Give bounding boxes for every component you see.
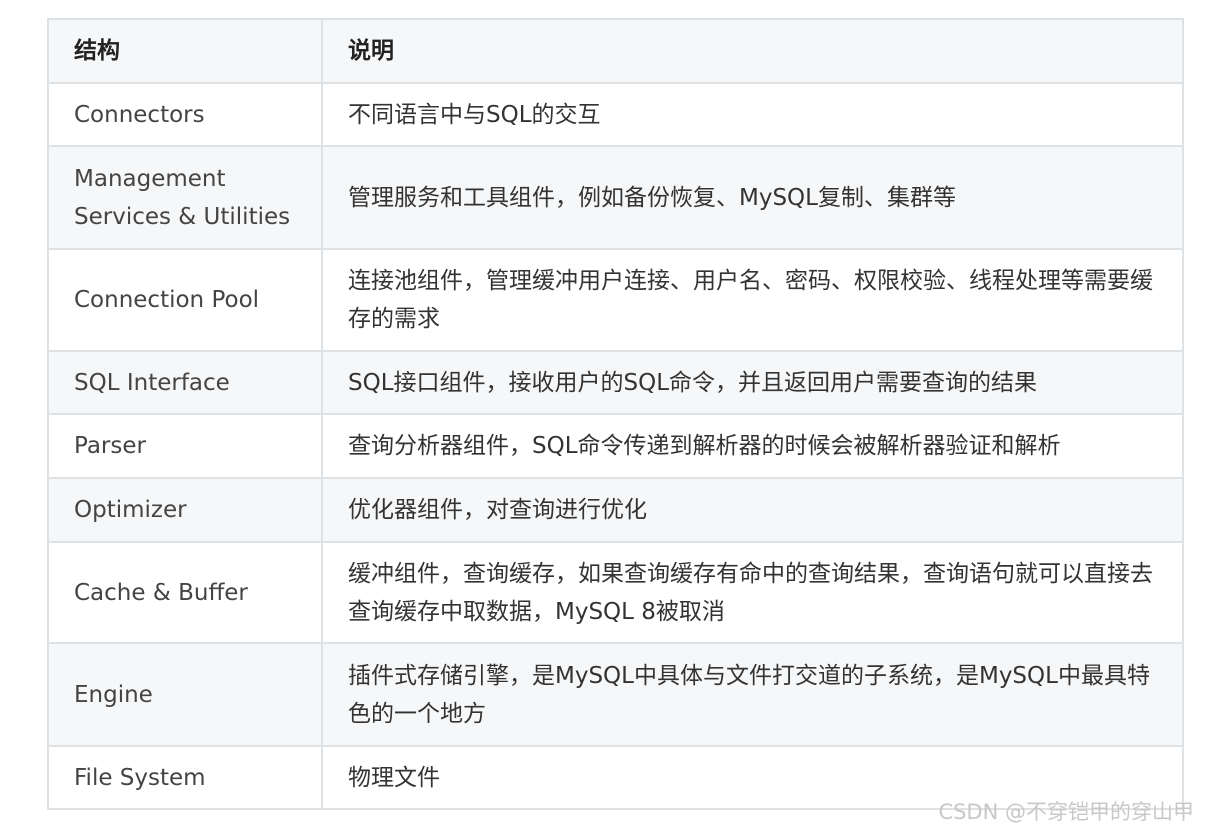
table-header: 结构 说明 <box>47 18 1184 84</box>
row-structure-name: Connectors <box>47 82 323 147</box>
mysql-structure-table: 结构 说明 Connectors 不同语言中与SQL的交互 Management… <box>47 18 1184 810</box>
row-structure-name: Cache & Buffer <box>47 541 323 644</box>
csdn-watermark: CSDN @不穿铠甲的穿山甲 <box>938 800 1194 824</box>
row-structure-name: Optimizer <box>47 477 323 543</box>
table-row: Cache & Buffer 缓冲组件，查询缓存，如果查询缓存有命中的查询结果，… <box>47 541 1184 644</box>
row-description: SQL接口组件，接收用户的SQL命令，并且返回用户需要查询的结果 <box>321 350 1184 415</box>
header-structure: 结构 <box>47 18 323 84</box>
row-structure-name: Parser <box>47 413 323 479</box>
table-row: Connection Pool 连接池组件，管理缓冲用户连接、用户名、密码、权限… <box>47 248 1184 352</box>
row-structure-name: File System <box>47 745 323 810</box>
table-row: Engine 插件式存储引擎，是MySQL中具体与文件打交道的子系统，是MySQ… <box>47 642 1184 747</box>
row-description: 插件式存储引擎，是MySQL中具体与文件打交道的子系统，是MySQL中最具特色的… <box>321 642 1184 747</box>
row-description: 管理服务和工具组件，例如备份恢复、MySQL复制、集群等 <box>321 145 1184 250</box>
table-row: Parser 查询分析器组件，SQL命令传递到解析器的时候会被解析器验证和解析 <box>47 413 1184 479</box>
row-description: 优化器组件，对查询进行优化 <box>321 477 1184 543</box>
mysql-structure-table-container: 结构 说明 Connectors 不同语言中与SQL的交互 Management… <box>47 18 1184 810</box>
row-structure-name: SQL Interface <box>47 350 323 415</box>
table-body: Connectors 不同语言中与SQL的交互 Management Servi… <box>47 82 1184 810</box>
row-structure-name: Connection Pool <box>47 248 323 352</box>
row-description: 不同语言中与SQL的交互 <box>321 82 1184 147</box>
header-description: 说明 <box>321 18 1184 84</box>
row-structure-name: Management Services & Utilities <box>47 145 323 250</box>
table-row: SQL Interface SQL接口组件，接收用户的SQL命令，并且返回用户需… <box>47 350 1184 415</box>
table-row: Optimizer 优化器组件，对查询进行优化 <box>47 477 1184 543</box>
table-row: Management Services & Utilities 管理服务和工具组… <box>47 145 1184 250</box>
header-row: 结构 说明 <box>47 18 1184 84</box>
row-description: 缓冲组件，查询缓存，如果查询缓存有命中的查询结果，查询语句就可以直接去查询缓存中… <box>321 541 1184 644</box>
row-description: 查询分析器组件，SQL命令传递到解析器的时候会被解析器验证和解析 <box>321 413 1184 479</box>
row-description: 连接池组件，管理缓冲用户连接、用户名、密码、权限校验、线程处理等需要缓存的需求 <box>321 248 1184 352</box>
table-row: Connectors 不同语言中与SQL的交互 <box>47 82 1184 147</box>
row-structure-name: Engine <box>47 642 323 747</box>
